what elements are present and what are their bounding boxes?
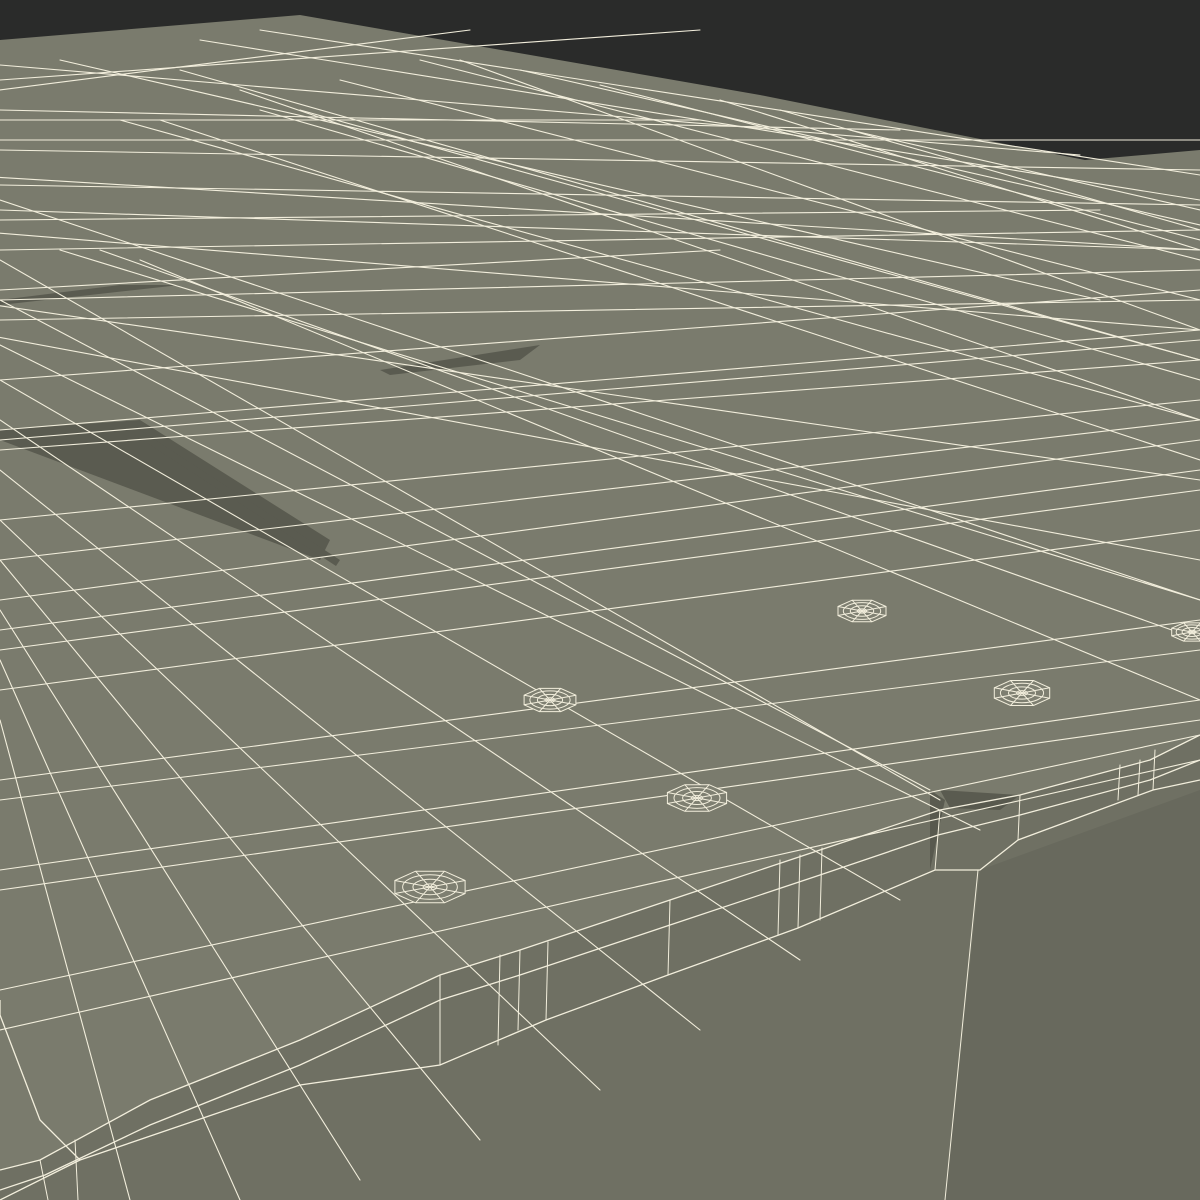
screw-head-icon xyxy=(666,784,728,812)
wireframe-viewport xyxy=(0,0,1200,1200)
screw-head-icon xyxy=(394,870,466,904)
screw-head-icon xyxy=(837,599,887,623)
screw-head-icon xyxy=(993,680,1051,706)
screw-head-icon xyxy=(523,687,577,713)
